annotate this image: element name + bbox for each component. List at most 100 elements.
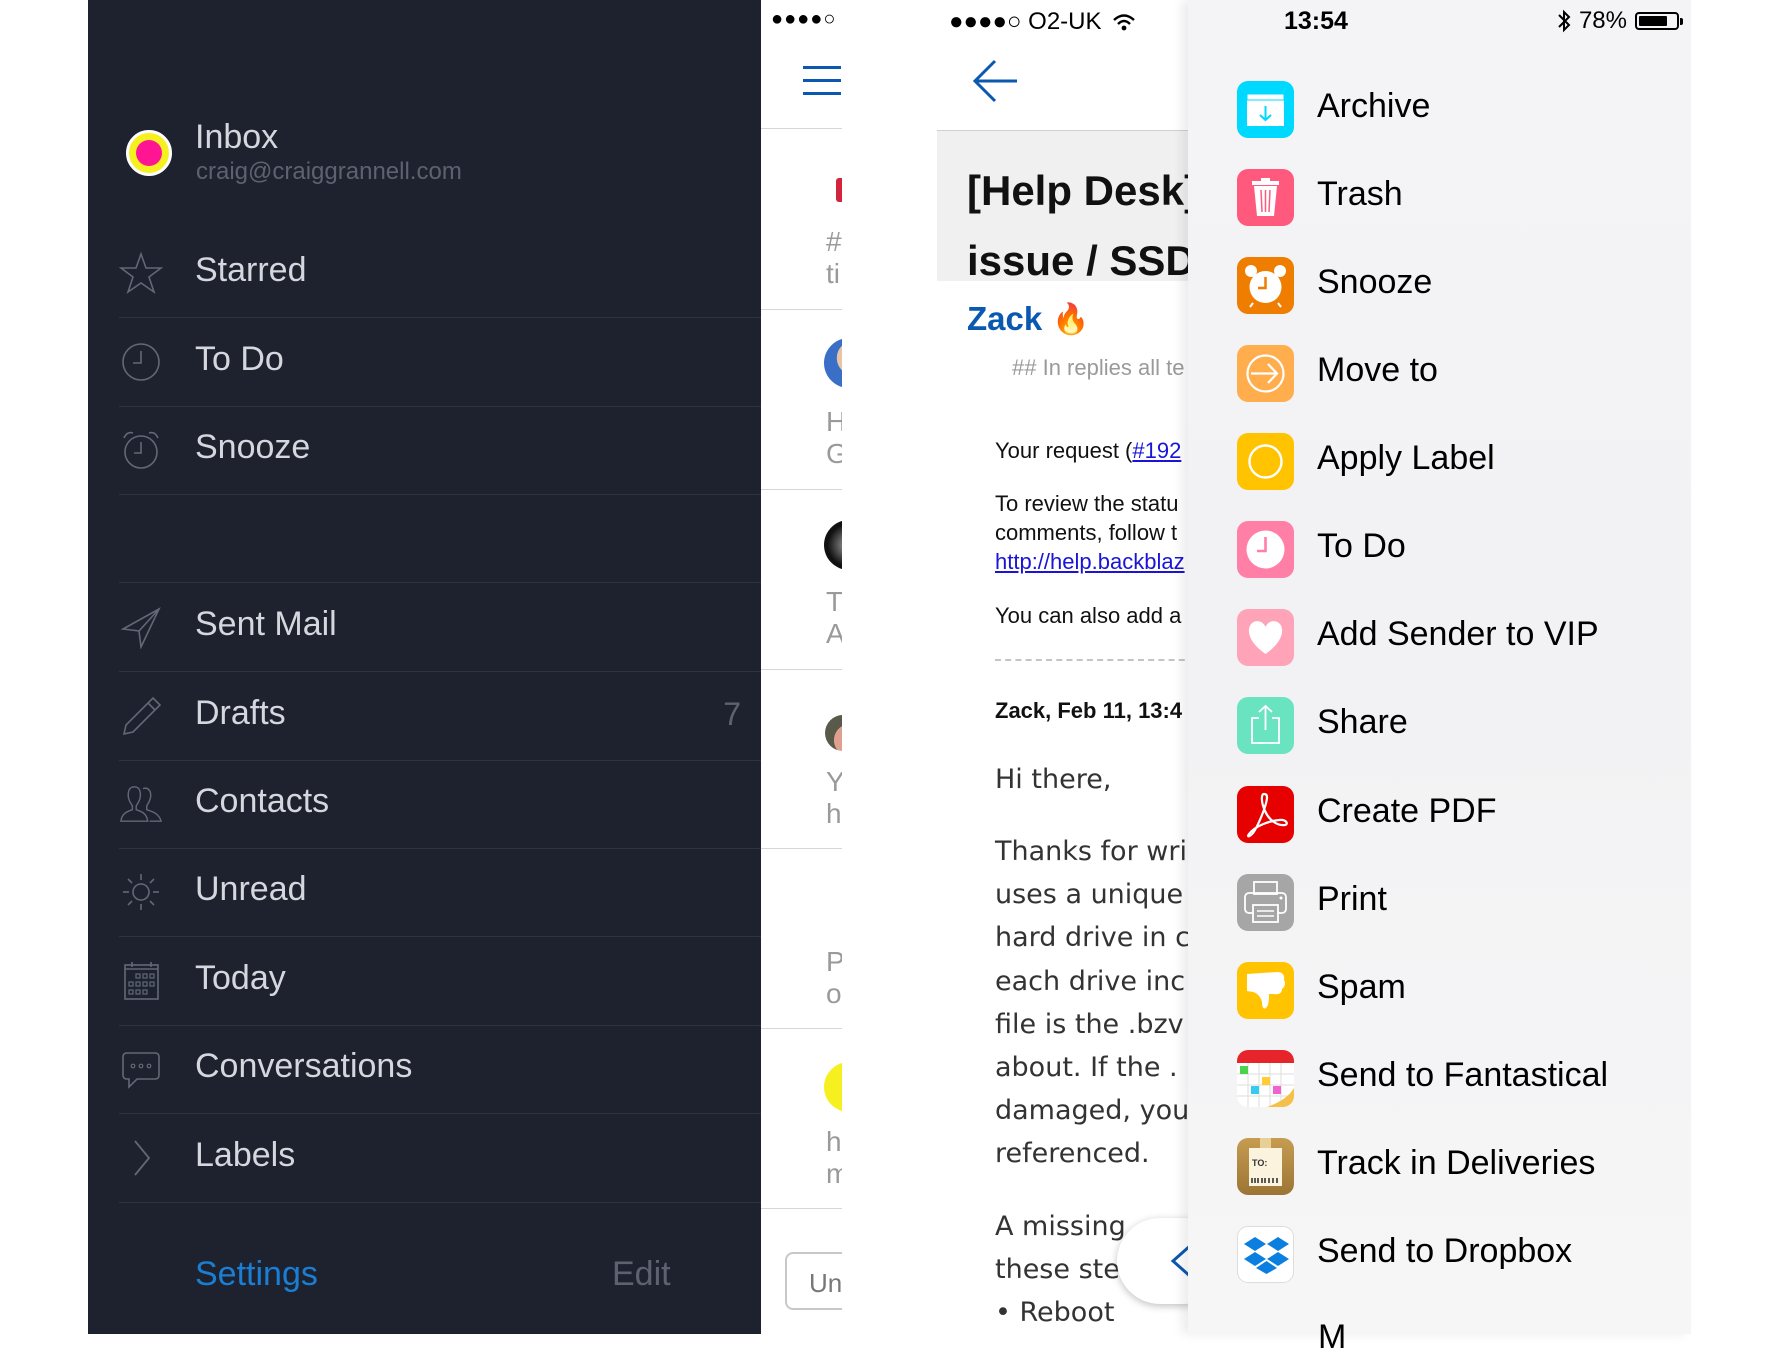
unread-filter-button[interactable]: Un [785,1252,842,1310]
priority-marker [836,178,842,202]
clock-icon [1237,521,1294,578]
sidebar-item-label: Today [195,959,286,997]
subject-line: [Help Desk] [967,167,1189,214]
share-icon [1237,697,1294,754]
body-line: about. If the . [995,1052,1178,1083]
request-link[interactable]: #192 [1132,438,1181,463]
action-add-sender-vip[interactable]: Add Sender to VIP [1237,609,1677,679]
body-line: comments, follow t [995,520,1178,545]
settings-button[interactable]: Settings [195,1255,318,1294]
action-label: Send to Fantastical [1317,1056,1609,1094]
help-link[interactable]: http://help.backblaz [995,549,1185,575]
sidebar-item-conversations[interactable]: Conversations [119,1025,761,1114]
email-view: ●●●●○ O2-UK [Help Desk] issue / SSD Zack… [937,0,1189,1334]
sidebar-item-label: Starred [195,251,307,289]
divider [761,848,842,849]
body-line: To review the statu [995,491,1179,516]
account-inbox-label[interactable]: Inbox [195,118,278,157]
list-item-snippet: m [826,1158,842,1189]
sidebar-item-label: Drafts [195,694,286,732]
status-bar-left: ●●●●○ O2-UK [949,8,1136,36]
divider [995,659,1189,661]
dropbox-icon [1237,1226,1294,1283]
action-send-to-dropbox[interactable]: Send to Dropbox [1237,1226,1677,1296]
sidebar-item-labels[interactable]: Labels [119,1114,761,1203]
action-print[interactable]: Print [1237,874,1677,944]
drafts-count: 7 [723,696,741,732]
more-actions-indicator: M [1318,1318,1347,1356]
action-todo[interactable]: To Do [1237,521,1677,591]
status-bar-right: 78% [1557,7,1683,35]
alarm-clock-icon [123,431,159,469]
back-arrow-icon[interactable] [971,58,1021,104]
action-sheet: 13:54 78% Archive Trash Snooze Move to A… [1188,0,1691,1356]
message-meta: Zack, Feb 11, 13:4 [995,698,1183,723]
circle-icon [1237,433,1294,490]
carrier-name: O2-UK [1028,8,1102,35]
star-icon [119,251,163,295]
list-item-snippet: Y [826,766,842,797]
subject-line: issue / SSD [967,237,1189,284]
account-email: craig@craiggrannell.com [196,158,462,185]
action-archive[interactable]: Archive [1237,81,1677,151]
action-label: Print [1317,880,1387,918]
clock-icon [122,343,160,381]
sidebar-item-snooze[interactable]: Snooze [119,406,761,495]
alarm-clock-icon [1237,257,1294,314]
acrobat-icon [1237,786,1294,843]
sidebar-item-contacts[interactable]: Contacts [119,760,761,849]
action-label: Send to Dropbox [1317,1232,1573,1270]
body-line: these ste [995,1254,1120,1285]
action-apply-label[interactable]: Apply Label [1237,433,1677,503]
sidebar-item-sent-mail[interactable]: Sent Mail [119,583,761,672]
account-avatar[interactable] [126,130,172,176]
sidebar-item-today[interactable]: Today [119,937,761,1026]
sidebar-item-starred[interactable]: Starred [119,229,761,318]
battery-percent: 78% [1578,7,1627,34]
signal-strength: ●●●●○ [771,8,837,30]
list-item-snippet: h [826,798,842,829]
action-create-pdf[interactable]: Create PDF [1237,786,1677,856]
hamburger-menu-icon[interactable] [803,66,841,96]
list-item-snippet: A [826,618,842,649]
action-track-in-deliveries[interactable]: TO: Track in Deliveries [1237,1138,1677,1208]
chevron-right-icon [134,1140,151,1176]
divider [761,1208,842,1209]
action-label: Archive [1317,87,1431,125]
sidebar-item-label: Sent Mail [195,605,337,643]
pencil-icon [122,696,162,736]
sidebar-item-drafts[interactable]: Drafts 7 [119,672,761,761]
divider [761,489,842,490]
edit-button[interactable]: Edit [612,1255,671,1294]
printer-icon [1237,874,1294,931]
thumbs-down-icon [1237,962,1294,1019]
list-item-snippet: ti [826,258,840,289]
sidebar-item-todo[interactable]: To Do [119,318,761,407]
sidebar-item-label: Conversations [195,1047,413,1085]
body-line: uses a unique [995,879,1184,910]
action-move-to[interactable]: Move to [1237,345,1677,415]
wifi-icon [1113,14,1135,31]
avatar [824,520,842,570]
mail-list: ●●●●○ # ti H G T A Y h P o h m Un [761,0,842,1334]
action-trash[interactable]: Trash [1237,169,1677,239]
sender-name[interactable]: Zack [967,300,1042,338]
signal-strength: ●●●●○ [949,8,1022,35]
sidebar-item-label: To Do [195,340,284,378]
reply-note: ## In replies all te [1012,355,1185,380]
action-snooze[interactable]: Snooze [1237,257,1677,327]
battery-icon [1635,12,1683,30]
action-share[interactable]: Share [1237,697,1677,767]
divider [761,669,842,670]
action-spam[interactable]: Spam [1237,962,1677,1032]
avatar [825,715,842,751]
action-send-to-fantastical[interactable]: Send to Fantastical [1237,1050,1677,1120]
sidebar-item-unread[interactable]: Unread [119,848,761,937]
body-text: Your request ( [995,438,1133,463]
svg-text:TO:: TO: [1252,1158,1267,1168]
archive-box-icon [1237,81,1294,138]
action-label: Move to [1317,351,1438,389]
status-time: 13:54 [1284,7,1348,35]
avatar [824,1062,842,1112]
divider [761,128,842,129]
